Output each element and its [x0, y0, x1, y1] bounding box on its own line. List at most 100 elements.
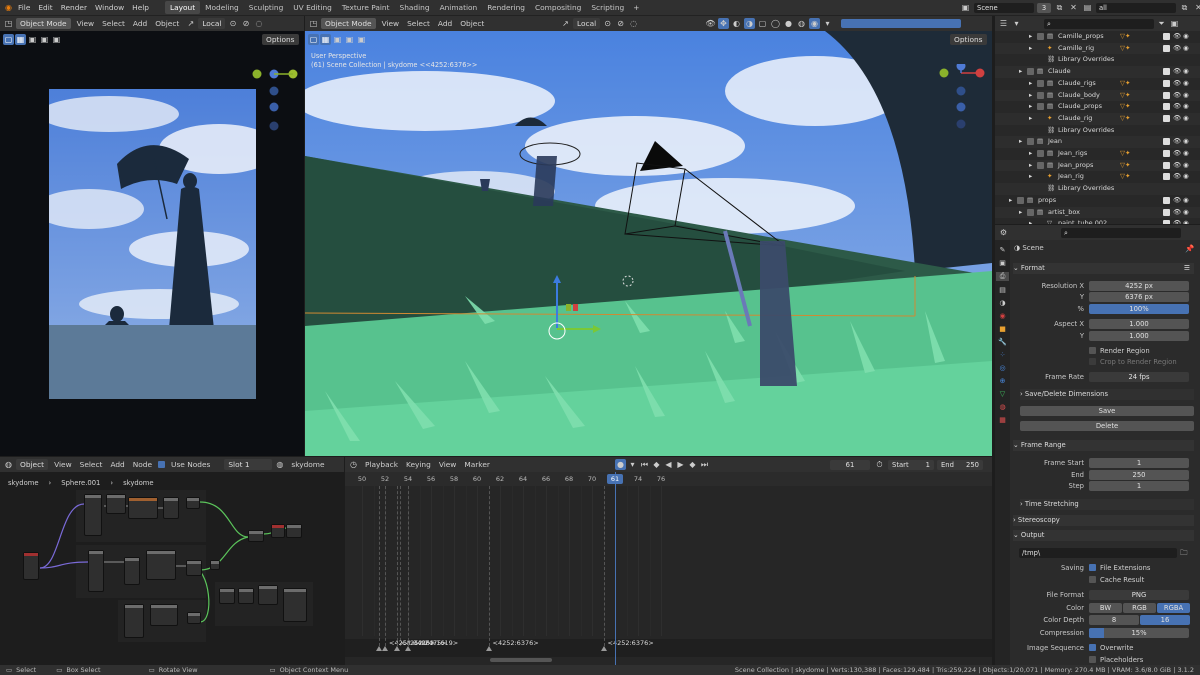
include-checkbox[interactable] — [1163, 103, 1170, 111]
eye-icon[interactable]: 👁 — [1173, 78, 1181, 90]
outliner-item-label[interactable]: Camille_props — [1058, 31, 1104, 43]
menu-window[interactable]: Window — [91, 1, 128, 14]
shader-type-select[interactable]: Object — [16, 459, 49, 470]
playhead-frame[interactable]: 61 — [607, 474, 623, 484]
outliner-row[interactable]: ▸ ▤ Claude_body 👁 ◉ ▽✦ — [995, 89, 1200, 102]
left-viewport[interactable]: ▢ ▦ ▣ ▣ ▣ Options — [0, 31, 304, 456]
outliner-row[interactable]: ▸ ▤ Jean_props 👁 ◉ ▽✦ — [995, 159, 1200, 172]
include-checkbox[interactable] — [1163, 220, 1170, 224]
select-subtract-icon[interactable]: ▣ — [344, 34, 355, 45]
workspace-tab-layout[interactable]: Layout — [165, 1, 201, 14]
editor-type-icon[interactable]: ◍ — [3, 459, 14, 470]
expand-arrow-icon[interactable]: ▸ — [1029, 31, 1032, 43]
placeholders-checkbox[interactable] — [1089, 656, 1096, 663]
display-mode-icon[interactable]: ▾ — [1011, 18, 1022, 29]
eye-icon[interactable]: 👁 — [1173, 218, 1181, 224]
menu-view[interactable]: View — [435, 458, 461, 471]
file-extensions-checkbox[interactable] — [1089, 564, 1096, 571]
eye-icon[interactable]: 👁 — [1173, 90, 1181, 102]
include-checkbox[interactable] — [1163, 196, 1170, 204]
blender-logo-icon[interactable]: ◉ — [3, 2, 14, 13]
exclude-checkbox[interactable] — [1037, 115, 1044, 122]
include-checkbox[interactable] — [1163, 161, 1170, 169]
outliner-item-label[interactable]: Library Overrides — [1058, 125, 1114, 137]
playhead[interactable] — [615, 472, 616, 665]
workspace-tab-shading[interactable]: Shading — [395, 1, 435, 14]
preset-icon[interactable]: ☰ — [1184, 263, 1190, 274]
menu-select[interactable]: Select — [403, 17, 434, 30]
expand-arrow-icon[interactable]: ▸ — [1019, 207, 1022, 219]
outliner-row[interactable]: ▸ ✦ Jean_rig 👁 ◉ ▽✦ — [995, 171, 1200, 183]
solid-icon[interactable]: ● — [783, 18, 794, 29]
menu-node[interactable]: Node — [129, 458, 156, 471]
workspace-tab-scripting[interactable]: Scripting — [586, 1, 629, 14]
modifier-tab-icon[interactable]: 🔧 — [998, 338, 1007, 346]
camera-icon[interactable]: ◉ — [1183, 171, 1189, 183]
camera-icon[interactable]: ◉ — [1183, 195, 1189, 207]
frame-range-panel-header[interactable]: ⌄ Frame Range — [1013, 440, 1194, 451]
menu-add[interactable]: Add — [129, 17, 151, 30]
scene-icon[interactable]: ▣ — [960, 2, 971, 13]
outliner-item-label[interactable]: paint_tube.002 — [1058, 218, 1107, 224]
workspace-tab-compositing[interactable]: Compositing — [530, 1, 586, 14]
camera-icon[interactable]: ◉ — [1183, 90, 1189, 102]
eye-icon[interactable]: 👁 — [1173, 31, 1181, 43]
exclude-checkbox[interactable] — [1037, 220, 1044, 224]
frame-start-field[interactable]: 1 — [1089, 457, 1189, 468]
use-nodes-checkbox[interactable] — [158, 461, 166, 468]
time-stretching-subpanel[interactable]: › Time Stretching — [1020, 499, 1194, 510]
include-checkbox[interactable] — [1163, 150, 1170, 157]
eye-icon[interactable]: 👁 — [1173, 136, 1181, 148]
camera-icon[interactable]: ◉ — [1183, 136, 1189, 148]
exclude-checkbox[interactable] — [1017, 196, 1024, 204]
exclude-checkbox[interactable] — [1037, 161, 1044, 169]
snap-icon[interactable]: ⊘ — [240, 18, 251, 29]
wireframe-icon[interactable]: ◯ — [770, 18, 781, 29]
tool-tab-icon[interactable]: ✎ — [1000, 246, 1006, 254]
object-tab-icon[interactable]: ■ — [999, 325, 1006, 333]
timeline-ruler[interactable] — [345, 472, 992, 486]
camera-icon[interactable]: ◉ — [1183, 218, 1189, 224]
expand-arrow-icon[interactable]: ▸ — [1029, 171, 1032, 183]
color-option-rgb[interactable]: RGB — [1123, 602, 1156, 613]
mode-select[interactable]: Object Mode — [16, 18, 71, 29]
outliner-item-label[interactable]: Claude_body — [1058, 90, 1100, 102]
camera-icon[interactable]: ◉ — [1183, 148, 1189, 160]
outliner-item-label[interactable]: props — [1038, 195, 1056, 207]
color-option-bw[interactable]: BW — [1089, 602, 1122, 613]
filter-icon[interactable]: ⏷ — [1156, 18, 1167, 29]
overlay-icon[interactable]: ◐ — [731, 18, 742, 29]
outliner-row[interactable]: ▸ ▤ Claude_rigs 👁 ◉ ▽✦ — [995, 78, 1200, 90]
camera-icon[interactable]: ◉ — [1183, 160, 1189, 172]
expand-arrow-icon[interactable]: ▸ — [1029, 148, 1032, 160]
editor-type-icon[interactable]: ◷ — [348, 459, 359, 470]
particles-tab-icon[interactable]: ⁘ — [1000, 351, 1006, 359]
outliner-row[interactable]: ▸ ▤ artist_box 👁 ◉ — [995, 206, 1200, 219]
properties-search[interactable]: ⌕ — [1061, 227, 1181, 238]
color-option-rgba[interactable]: RGBA — [1157, 602, 1190, 613]
pivot-icon[interactable]: ⊙ — [602, 18, 613, 29]
frame-step-field[interactable]: 1 — [1089, 480, 1189, 491]
add-workspace-button[interactable]: + — [629, 1, 643, 14]
expand-arrow-icon[interactable]: ▸ — [1019, 66, 1022, 78]
file-format-field[interactable]: PNG — [1089, 589, 1189, 600]
texture-tab-icon[interactable]: ▦ — [999, 416, 1006, 424]
select-invert-icon[interactable]: ▣ — [51, 34, 62, 45]
eye-icon[interactable]: 👁 — [1173, 195, 1181, 207]
eye-icon[interactable]: 👁 — [1173, 101, 1181, 113]
next-keyframe-icon[interactable]: ◆ — [687, 459, 698, 470]
options-button[interactable]: Options — [262, 34, 299, 45]
expand-arrow-icon[interactable]: ▸ — [1029, 78, 1032, 90]
expand-arrow-icon[interactable]: ▸ — [1029, 43, 1032, 55]
resolution-y-field[interactable]: 6376 px — [1089, 291, 1189, 302]
include-checkbox[interactable] — [1163, 44, 1170, 52]
camera-icon[interactable]: ◉ — [1183, 101, 1189, 113]
current-frame-field[interactable]: 61 — [830, 459, 870, 470]
marker-icon[interactable] — [485, 646, 492, 651]
select-box-icon[interactable]: ▦ — [15, 34, 26, 45]
camera-icon[interactable]: ◉ — [1183, 66, 1189, 78]
editor-type-icon[interactable]: ☰ — [998, 18, 1009, 29]
outliner-item-label[interactable]: Jean_props — [1058, 160, 1093, 172]
eye-icon[interactable]: 👁 — [1173, 160, 1181, 172]
center-viewport[interactable]: ▢ ▦ ▣ ▣ ▣ User Perspective (61) Scene Co… — [305, 31, 992, 456]
